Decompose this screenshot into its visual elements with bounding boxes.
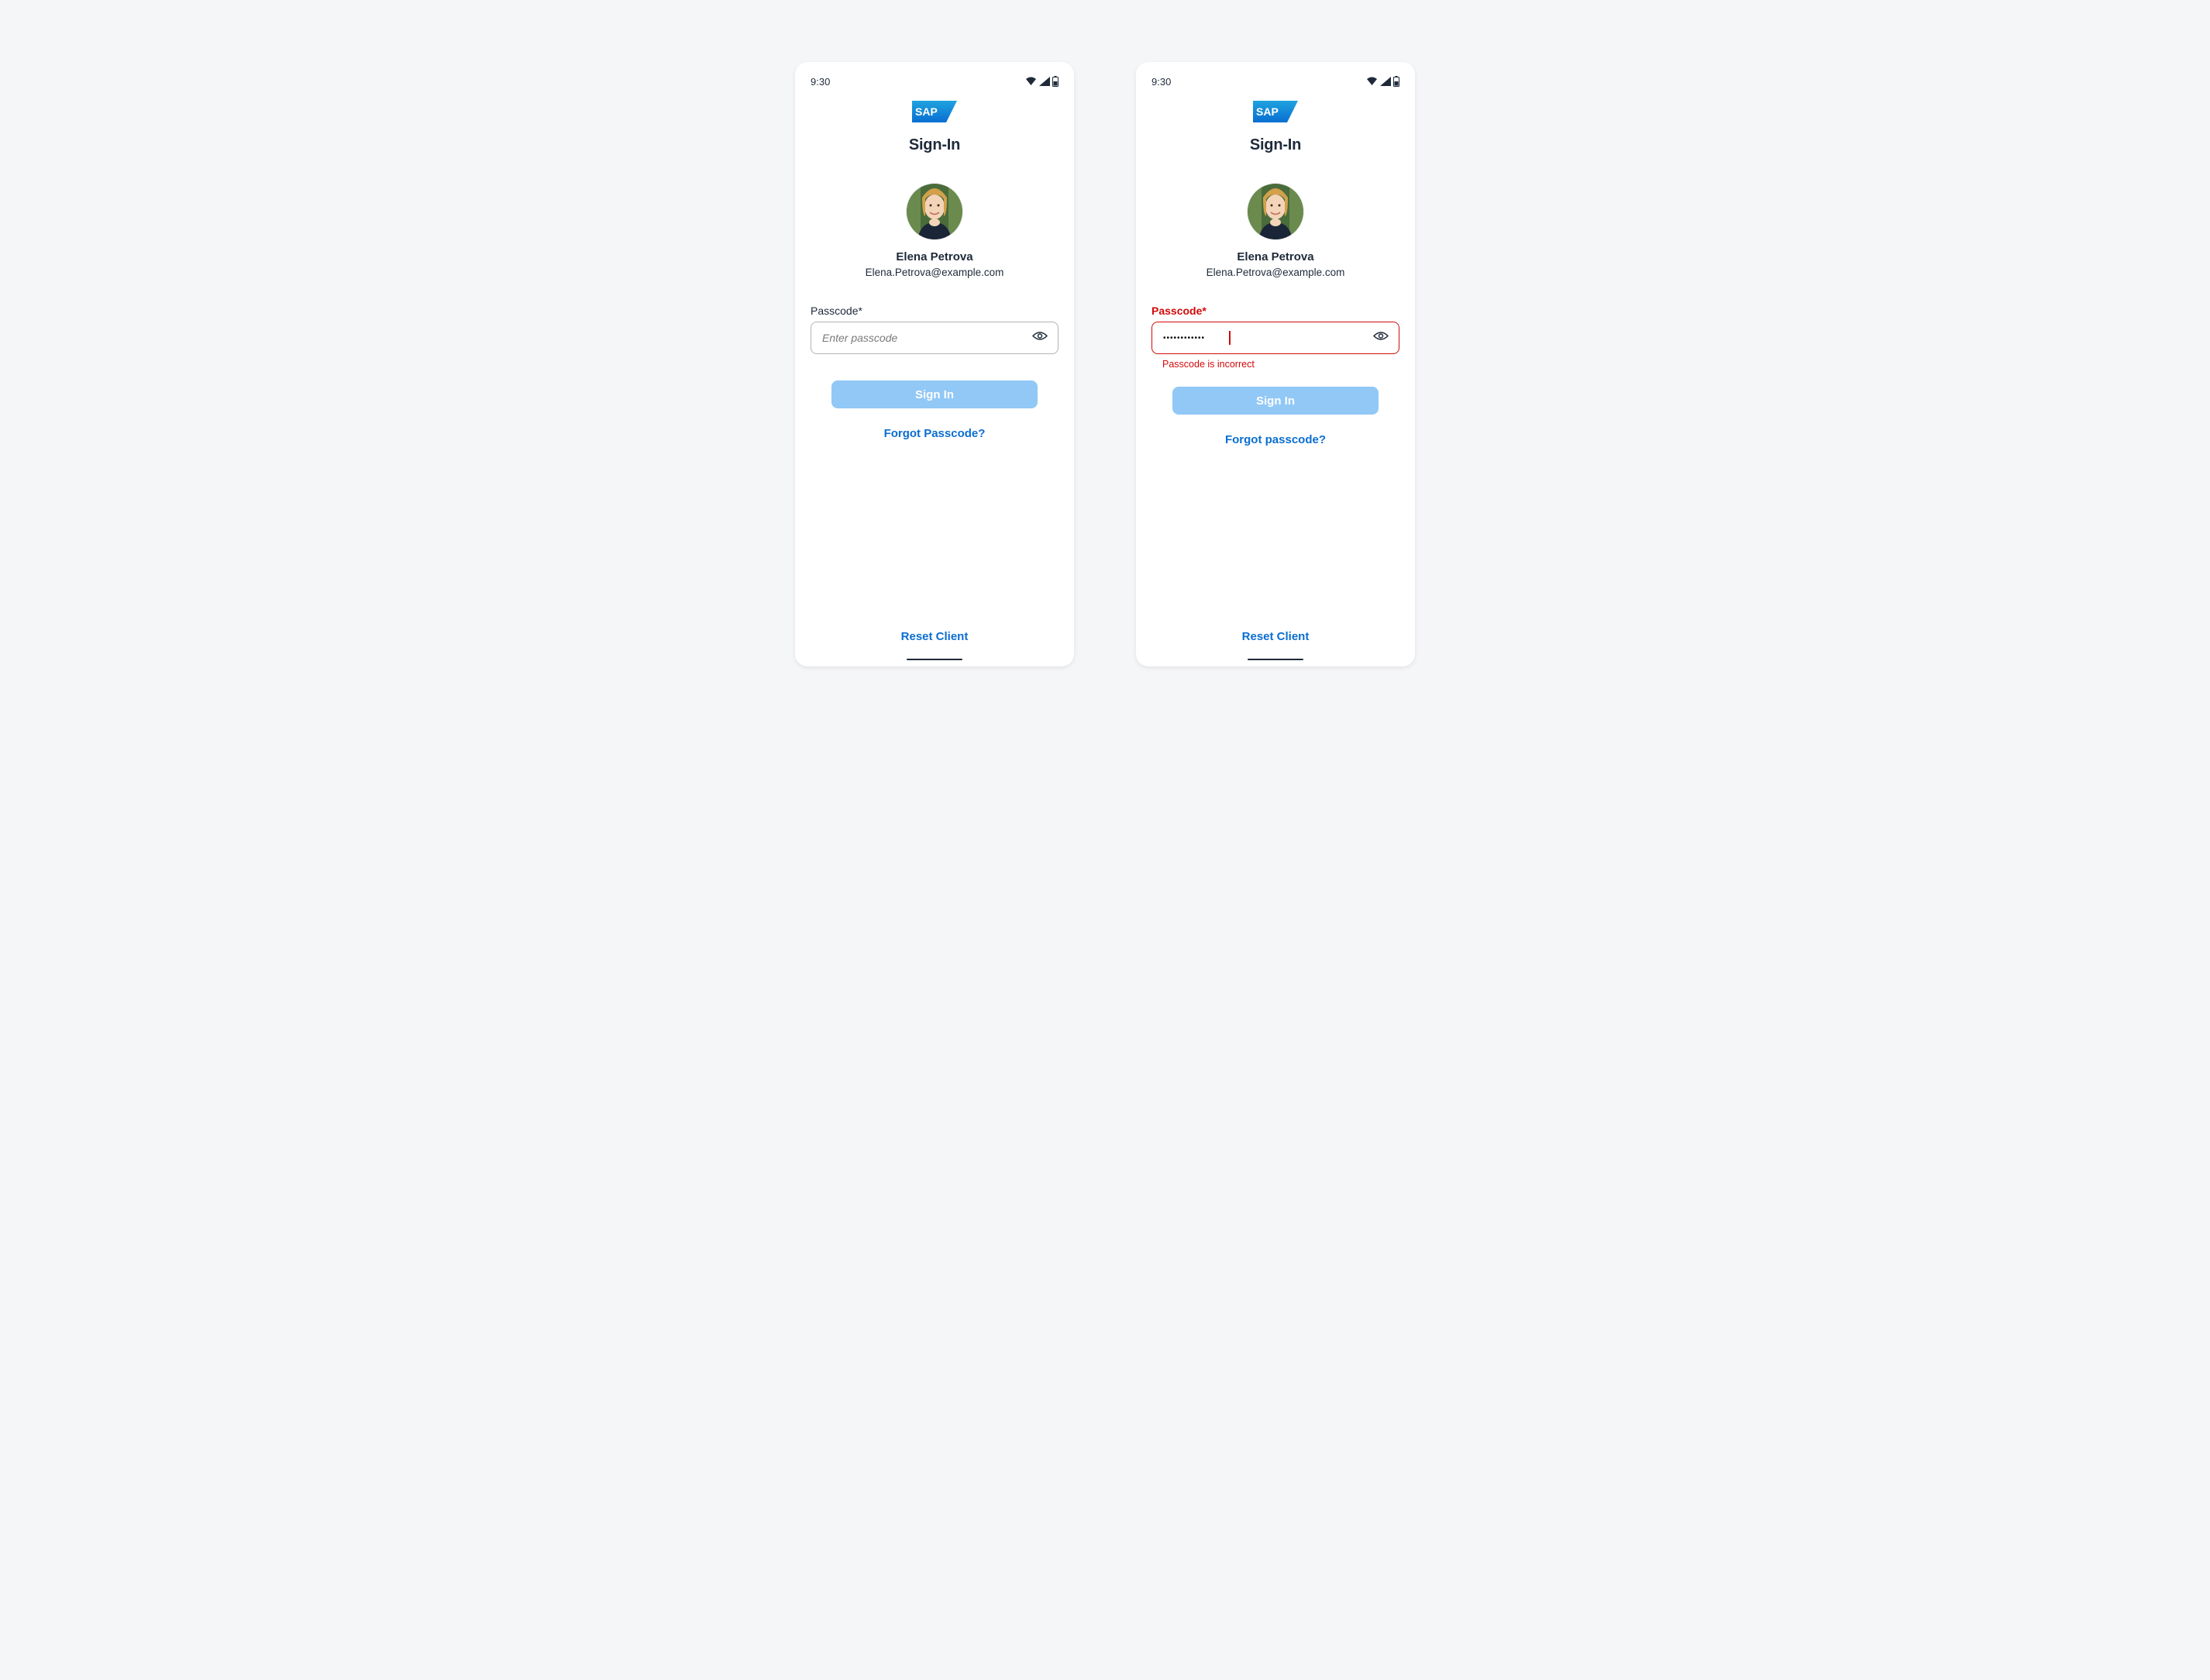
home-indicator xyxy=(907,659,962,660)
status-time: 9:30 xyxy=(811,76,830,88)
battery-icon xyxy=(1052,76,1059,87)
status-bar: 9:30 xyxy=(811,62,1059,93)
signal-icon xyxy=(1039,77,1050,86)
user-name: Elena Petrova xyxy=(896,250,972,263)
signin-screen-default: 9:30 SAP Sign-In xyxy=(795,62,1074,666)
forgot-passcode-link[interactable]: Forgot Passcode? xyxy=(811,427,1059,440)
text-cursor xyxy=(1229,331,1231,345)
passcode-label: Passcode* xyxy=(1151,305,1399,317)
signin-button[interactable]: Sign In xyxy=(1172,387,1379,415)
page-title: Sign-In xyxy=(1151,136,1399,154)
user-email: Elena.Petrova@example.com xyxy=(866,267,1004,278)
svg-text:SAP: SAP xyxy=(1256,105,1279,118)
eye-icon[interactable] xyxy=(1373,331,1389,346)
passcode-input[interactable] xyxy=(1151,322,1399,354)
svg-text:SAP: SAP xyxy=(915,105,938,118)
signin-screen-error: 9:30 SAP Sign-In xyxy=(1136,62,1415,666)
wifi-icon xyxy=(1366,77,1378,86)
signin-button[interactable]: Sign In xyxy=(831,380,1038,408)
wifi-icon xyxy=(1025,77,1037,86)
sap-logo: SAP xyxy=(912,101,957,122)
status-time: 9:30 xyxy=(1151,76,1171,88)
page-title: Sign-In xyxy=(811,136,1059,154)
passcode-label: Passcode* xyxy=(811,305,1059,317)
user-email: Elena.Petrova@example.com xyxy=(1207,267,1345,278)
reset-client-link[interactable]: Reset Client xyxy=(1136,630,1415,643)
passcode-error-message: Passcode is incorrect xyxy=(1151,359,1399,370)
status-bar: 9:30 xyxy=(1151,62,1399,93)
forgot-passcode-link[interactable]: Forgot passcode? xyxy=(1151,433,1399,446)
user-name: Elena Petrova xyxy=(1237,250,1313,263)
status-icons xyxy=(1025,76,1059,87)
avatar xyxy=(907,184,962,239)
status-icons xyxy=(1366,76,1399,87)
signal-icon xyxy=(1380,77,1391,86)
battery-icon xyxy=(1393,76,1399,87)
avatar xyxy=(1248,184,1303,239)
eye-icon[interactable] xyxy=(1032,331,1048,346)
reset-client-link[interactable]: Reset Client xyxy=(795,630,1074,643)
sap-logo: SAP xyxy=(1253,101,1298,122)
home-indicator xyxy=(1248,659,1303,660)
passcode-input[interactable] xyxy=(811,322,1059,354)
